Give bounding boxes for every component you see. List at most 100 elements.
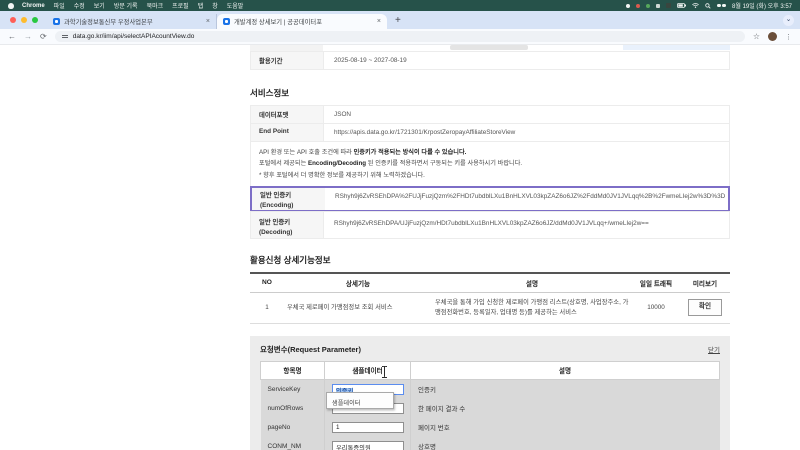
- tab-postal-service[interactable]: 과학기술정보통신부 우정사업본부 ×: [47, 14, 217, 29]
- menubar-item-file[interactable]: 파일: [54, 1, 65, 10]
- minimize-window-button[interactable]: [21, 17, 27, 23]
- sample-data-tooltip: 샘플데이터: [326, 391, 394, 409]
- tab-close-icon[interactable]: ×: [206, 18, 210, 25]
- tab-favicon-icon: [223, 18, 230, 25]
- param-name: CONM_NM: [260, 436, 325, 450]
- col-daily-traffic: 일일 트래픽: [632, 272, 680, 293]
- browser-menu-icon[interactable]: ⋮: [785, 33, 792, 41]
- tab-api-detail[interactable]: 개발계정 상세보기 | 공공데이터포 ×: [217, 14, 387, 29]
- menubar-app-name[interactable]: Chrome: [22, 3, 45, 9]
- param-description: 한 페이지 결과 수: [410, 398, 720, 418]
- notice-line2-post: 된 인증키를 적용하면서 구동되는 키를 사용하시기 바랍니다.: [366, 160, 523, 168]
- pageno-input[interactable]: 1: [332, 421, 404, 433]
- site-settings-icon[interactable]: [61, 34, 68, 39]
- request-parameter-title: 요청변수(Request Parameter): [260, 344, 361, 354]
- detail-function-table: NO 상세기능 설명 일일 트래픽 미리보기 1 우체국 제로페이 가맹점정보 …: [250, 271, 730, 324]
- param-description: 상호명: [410, 436, 720, 450]
- col-preview: 미리보기: [680, 272, 730, 293]
- menubar-item-bookmarks[interactable]: 북마크: [147, 1, 164, 10]
- param-row-conmnm: CONM_NM 우리통증의원 상호명: [260, 436, 720, 450]
- col-param-name: 항목명: [260, 360, 325, 380]
- service-info-title: 서비스정보: [250, 87, 290, 98]
- menubar-item-view[interactable]: 보기: [94, 1, 105, 10]
- notice-line2: 포털에서 제공되는: [259, 160, 308, 168]
- close-link[interactable]: 닫기: [708, 344, 720, 354]
- decoding-key-row: 일반 인증키 (Decoding) RShyh9j6ZvRSEhDPA/UJjF…: [250, 211, 730, 239]
- tab-label: 개발계정 상세보기 | 공공데이터포: [234, 19, 322, 26]
- conmnm-input[interactable]: 우리통증의원: [332, 440, 404, 450]
- usage-period-label: 활용기간: [250, 51, 323, 70]
- macos-menubar: Chrome 파일 수정 보기 방문 기록 북마크 프로필 탭 창 도움말 8월…: [0, 0, 800, 11]
- notice-line3: * 향후 포털에서 더 명확한 정보를 제공하기 위해 노력하겠습니다.: [259, 171, 425, 179]
- browser-toolbar: ← → ⟳ data.go.kr/iim/api/selectAPIAcount…: [0, 29, 800, 45]
- col-sample-data: 샘플데이터: [324, 360, 411, 380]
- tab-close-icon[interactable]: ×: [377, 18, 381, 25]
- page-content: 활용기간 2025-08-19 ~ 2027-08-19 서비스정보 데이터포맷…: [0, 45, 800, 450]
- encoding-key-row: 일반 인증키 (Encoding) RShyh9j6ZvRSEhDPA%2FUJ…: [250, 186, 730, 213]
- menubar-item-profiles[interactable]: 프로필: [172, 1, 189, 10]
- data-format-value: JSON: [323, 104, 730, 124]
- encoding-key-sublabel: (Encoding): [260, 201, 294, 209]
- confirm-button[interactable]: 확인: [687, 298, 723, 317]
- back-button[interactable]: ←: [8, 32, 16, 41]
- dark-app-status-icon[interactable]: [666, 3, 672, 8]
- window-app-status-icon[interactable]: [656, 3, 661, 8]
- red-app-status-icon[interactable]: [636, 3, 641, 8]
- notice-line1: API 환경 또는 API 호출 조건에 따라: [259, 148, 354, 156]
- end-point-label: End Point: [250, 122, 323, 142]
- menubar-item-window[interactable]: 창: [212, 1, 218, 10]
- col-detail-function: 상세기능: [284, 272, 432, 293]
- green-app-status-icon[interactable]: [646, 3, 651, 8]
- usage-period-row: 활용기간 2025-08-19 ~ 2027-08-19: [250, 51, 730, 70]
- end-point-row: End Point https://apis.data.go.kr/172130…: [250, 122, 730, 142]
- window-controls: [0, 17, 47, 29]
- end-point-value: https://apis.data.go.kr/1721301/KrpostZe…: [323, 122, 730, 142]
- data-format-label: 데이터포맷: [250, 104, 323, 124]
- menubar-item-help[interactable]: 도움말: [227, 1, 244, 10]
- cutoff-button: [450, 45, 528, 50]
- menubar-item-edit[interactable]: 수정: [74, 1, 85, 10]
- request-parameter-panel: 요청변수(Request Parameter) 닫기 항목명 샘플데이터 설명 …: [250, 335, 730, 450]
- url-bar[interactable]: data.go.kr/iim/api/selectAPIAcountView.d…: [54, 31, 745, 42]
- row-function-name: 우체국 제로페이 가맹점정보 조회 서비스: [284, 292, 432, 324]
- encoding-key-label: 일반 인증키: [260, 192, 292, 200]
- wifi-icon[interactable]: [692, 3, 699, 8]
- close-window-button[interactable]: [10, 17, 16, 23]
- col-description: 설명: [432, 272, 632, 293]
- battery-icon[interactable]: [677, 3, 687, 8]
- forward-button[interactable]: →: [24, 32, 32, 41]
- data-format-row: 데이터포맷 JSON: [250, 104, 730, 124]
- spotlight-search-icon[interactable]: [705, 2, 711, 9]
- input-text: 우리통증의원: [336, 445, 371, 450]
- col-no: NO: [250, 272, 284, 293]
- input-text: 1: [336, 424, 340, 432]
- param-description: 페이지 번호: [410, 417, 720, 437]
- tab-favicon-icon: [53, 18, 60, 25]
- auth-key-notice: API 환경 또는 API 호출 조건에 따라 인증키가 적용되는 방식이 다를…: [250, 140, 730, 188]
- new-tab-button[interactable]: +: [395, 16, 401, 26]
- reload-button[interactable]: ⟳: [40, 32, 47, 41]
- menubar-clock[interactable]: 8월 19일 (화) 오후 3:57: [732, 1, 792, 10]
- detail-function-title: 활용신청 상세기능정보: [250, 254, 331, 265]
- bookmark-star-icon[interactable]: ☆: [753, 32, 760, 41]
- control-center-icon[interactable]: [717, 4, 727, 7]
- usage-period-value: 2025-08-19 ~ 2027-08-19: [323, 51, 730, 70]
- row-no: 1: [250, 292, 284, 324]
- tab-search-chevron-icon[interactable]: ⌄: [783, 15, 794, 26]
- cutoff-highlight: [623, 45, 730, 50]
- decoding-key-value: RShyh9j6ZvRSEhDPA/UJjFuzjQzm/HDt7ubdblLX…: [323, 211, 730, 239]
- screen: Chrome 파일 수정 보기 방문 기록 북마크 프로필 탭 창 도움말 8월…: [0, 0, 800, 450]
- decoding-key-sublabel: (Decoding): [259, 229, 293, 236]
- apple-menu-icon[interactable]: [8, 2, 14, 9]
- row-description: 우체국을 통해 가입 신청한 제로페이 가맹점 리스트(상호명, 사업장주소, …: [432, 292, 632, 324]
- tab-label: 과학기술정보통신부 우정사업본부: [64, 19, 153, 26]
- menubar-item-tab[interactable]: 탭: [198, 1, 204, 10]
- zoom-window-button[interactable]: [32, 17, 38, 23]
- profile-avatar[interactable]: [768, 32, 777, 41]
- menubar-item-history[interactable]: 방문 기록: [114, 1, 138, 10]
- tab-strip: 과학기술정보통신부 우정사업본부 × 개발계정 상세보기 | 공공데이터포 × …: [0, 11, 800, 29]
- text-cursor-icon: [381, 366, 388, 378]
- table-row: 1 우체국 제로페이 가맹점정보 조회 서비스 우체국을 통해 가입 신청한 제…: [250, 292, 730, 324]
- record-status-icon[interactable]: [626, 3, 631, 8]
- param-row-pageno: pageNo 1 페이지 번호: [260, 417, 720, 437]
